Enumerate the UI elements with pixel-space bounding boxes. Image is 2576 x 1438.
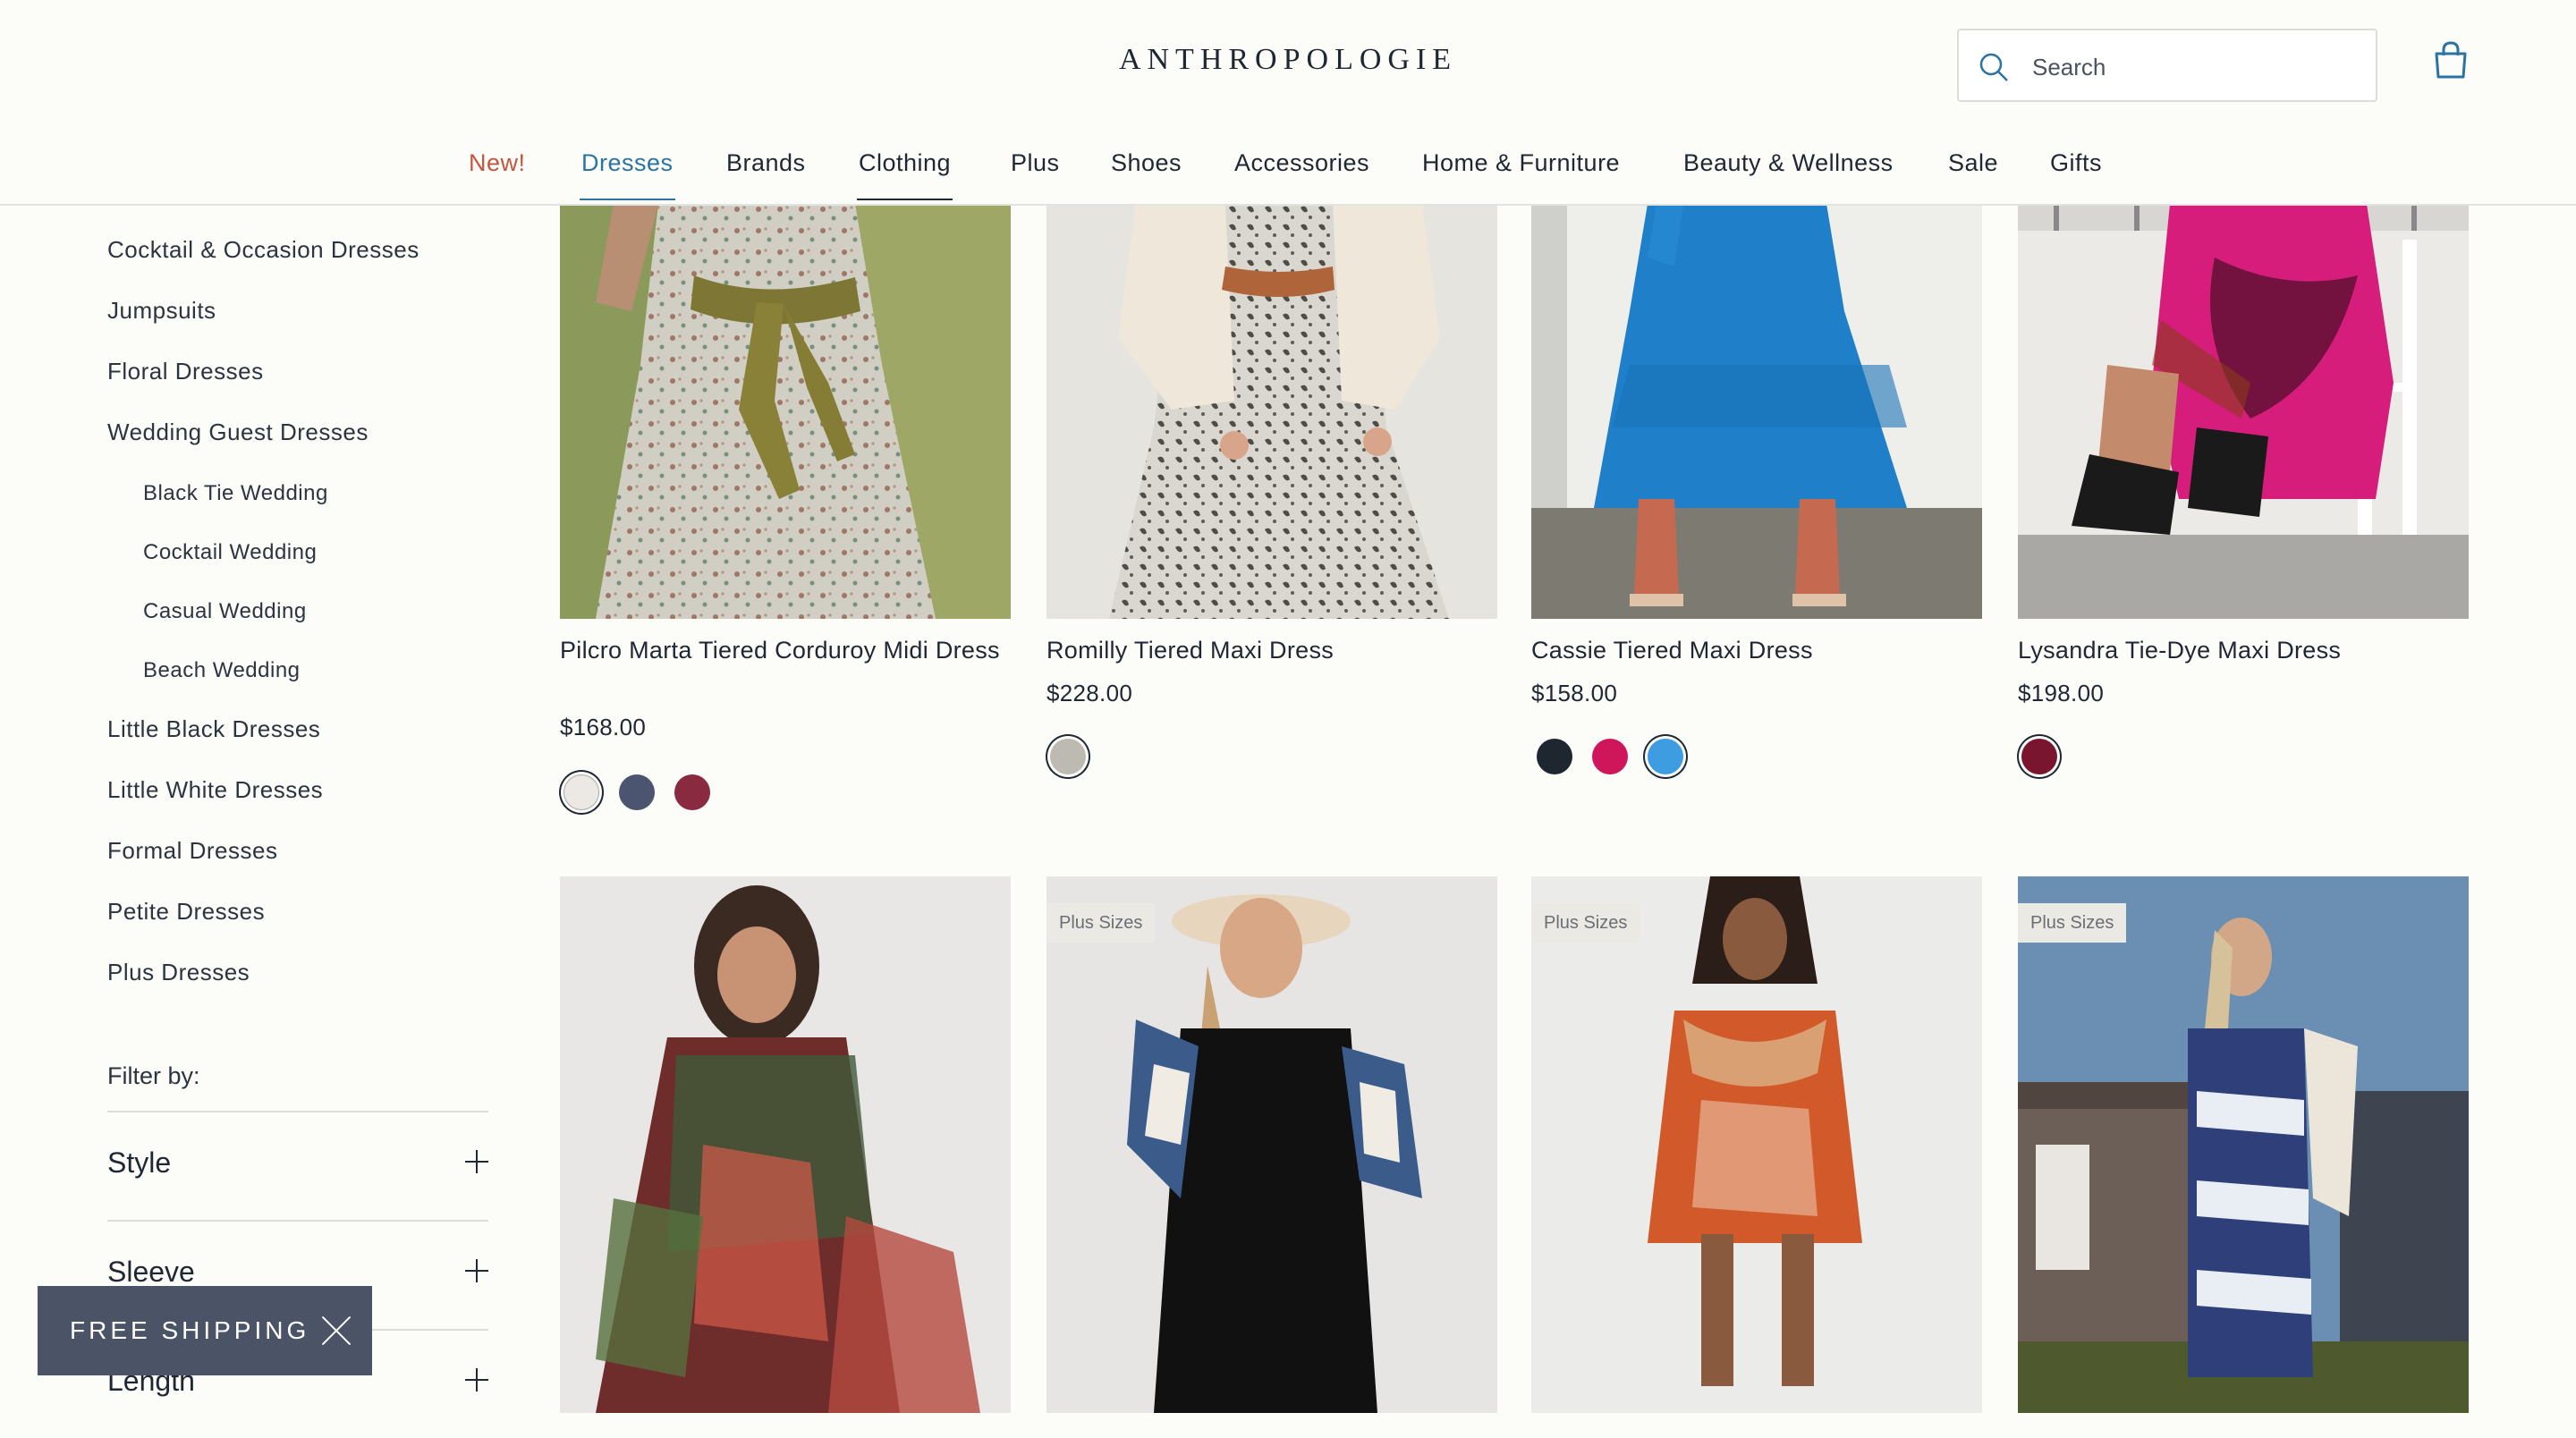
product-price: $198.00	[2018, 680, 2105, 706]
plus-icon[interactable]	[465, 1368, 488, 1391]
product-name[interactable]: Romilly Tiered Maxi Dress	[1046, 633, 1494, 667]
close-icon[interactable]	[320, 1315, 352, 1347]
nav-plus[interactable]: Plus	[1011, 147, 1060, 200]
search-icon[interactable]	[1977, 50, 2011, 84]
product-image[interactable]	[2018, 876, 2469, 1413]
site-header: ANTHROPOLOGIE New! Dresses Brands Clothi…	[0, 0, 2576, 206]
sidebar-item-cocktail-wedding[interactable]: Cocktail Wedding	[143, 540, 317, 565]
product-price: $228.00	[1046, 680, 1133, 706]
product-image[interactable]	[2018, 204, 2469, 619]
anthropologie-logo[interactable]: ANTHROPOLOGIE	[1109, 43, 1467, 77]
filter-heading: Filter by:	[107, 1062, 200, 1089]
plus-sizes-badge: Plus Sizes	[2018, 903, 2127, 943]
product-image[interactable]	[1531, 204, 1982, 619]
search-box[interactable]	[1957, 29, 2377, 102]
hover-underline	[857, 199, 953, 200]
active-underline	[580, 199, 675, 200]
sidebar-item-floral[interactable]: Floral Dresses	[107, 358, 264, 385]
color-swatches	[560, 774, 739, 821]
free-shipping-banner[interactable]: FREE SHIPPING	[38, 1286, 372, 1375]
filter-label: Sleeve	[107, 1256, 195, 1288]
color-swatch[interactable]	[1537, 739, 1572, 774]
nav-beauty-wellness[interactable]: Beauty & Wellness	[1683, 147, 1894, 200]
color-swatch[interactable]	[674, 774, 710, 810]
product-image[interactable]	[560, 876, 1011, 1413]
product-price: $168.00	[560, 714, 647, 740]
plus-sizes-badge: Plus Sizes	[1046, 903, 1156, 943]
sidebar-item-casual-wedding[interactable]: Casual Wedding	[143, 599, 307, 624]
plus-icon[interactable]	[465, 1259, 488, 1282]
product-image[interactable]	[1046, 204, 1497, 619]
nav-sale[interactable]: Sale	[1948, 147, 1998, 200]
color-swatch[interactable]	[564, 774, 599, 810]
nav-shoes[interactable]: Shoes	[1111, 147, 1182, 200]
sidebar-item-wedding-guest[interactable]: Wedding Guest Dresses	[107, 419, 369, 446]
color-swatches	[2018, 739, 2089, 785]
nav-accessories[interactable]: Accessories	[1234, 147, 1369, 200]
color-swatches	[1046, 739, 1118, 785]
product-image[interactable]	[1046, 876, 1497, 1413]
product-image[interactable]	[1531, 876, 1982, 1413]
sidebar-item-formal[interactable]: Formal Dresses	[107, 837, 277, 865]
color-swatch[interactable]	[1050, 739, 1086, 774]
nav-new[interactable]: New!	[469, 147, 526, 200]
sidebar-item-cocktail-occasion[interactable]: Cocktail & Occasion Dresses	[107, 236, 419, 264]
sidebar-item-black-tie[interactable]: Black Tie Wedding	[143, 481, 328, 506]
filter-label: Style	[107, 1146, 172, 1179]
shopping-bag-icon[interactable]	[2429, 39, 2472, 82]
sidebar-item-petite[interactable]: Petite Dresses	[107, 898, 265, 926]
product-name[interactable]: Cassie Tiered Maxi Dress	[1531, 633, 1979, 667]
nav-clothing[interactable]: Clothing	[857, 147, 953, 200]
color-swatches	[1531, 739, 1710, 785]
color-swatch[interactable]	[619, 774, 655, 810]
sidebar-item-plus[interactable]: Plus Dresses	[107, 959, 250, 986]
nav-gifts[interactable]: Gifts	[2050, 147, 2102, 200]
free-shipping-label[interactable]: FREE SHIPPING	[70, 1316, 309, 1345]
main-nav: New! Dresses Brands Clothing Plus Shoes …	[0, 143, 2576, 202]
color-swatch[interactable]	[1592, 739, 1628, 774]
sidebar-item-little-black[interactable]: Little Black Dresses	[107, 715, 320, 743]
sidebar-item-little-white[interactable]: Little White Dresses	[107, 776, 323, 804]
filter-style[interactable]: Style	[107, 1111, 488, 1220]
plus-icon[interactable]	[465, 1150, 488, 1173]
product-name[interactable]: Pilcro Marta Tiered Corduroy Midi Dress	[560, 633, 1007, 667]
product-image[interactable]	[560, 204, 1011, 619]
product-name[interactable]: Lysandra Tie-Dye Maxi Dress	[2018, 633, 2465, 667]
color-swatch[interactable]	[1648, 739, 1683, 774]
sidebar-item-beach-wedding[interactable]: Beach Wedding	[143, 658, 301, 683]
color-swatch[interactable]	[2021, 739, 2057, 774]
nav-brands[interactable]: Brands	[726, 147, 806, 200]
plus-sizes-badge: Plus Sizes	[1531, 903, 1640, 943]
nav-home-furniture[interactable]: Home & Furniture	[1422, 147, 1620, 200]
nav-dresses[interactable]: Dresses	[580, 147, 675, 200]
search-input[interactable]	[2030, 47, 2356, 88]
product-price: $158.00	[1531, 680, 1618, 706]
sidebar-item-jumpsuits[interactable]: Jumpsuits	[107, 297, 216, 325]
